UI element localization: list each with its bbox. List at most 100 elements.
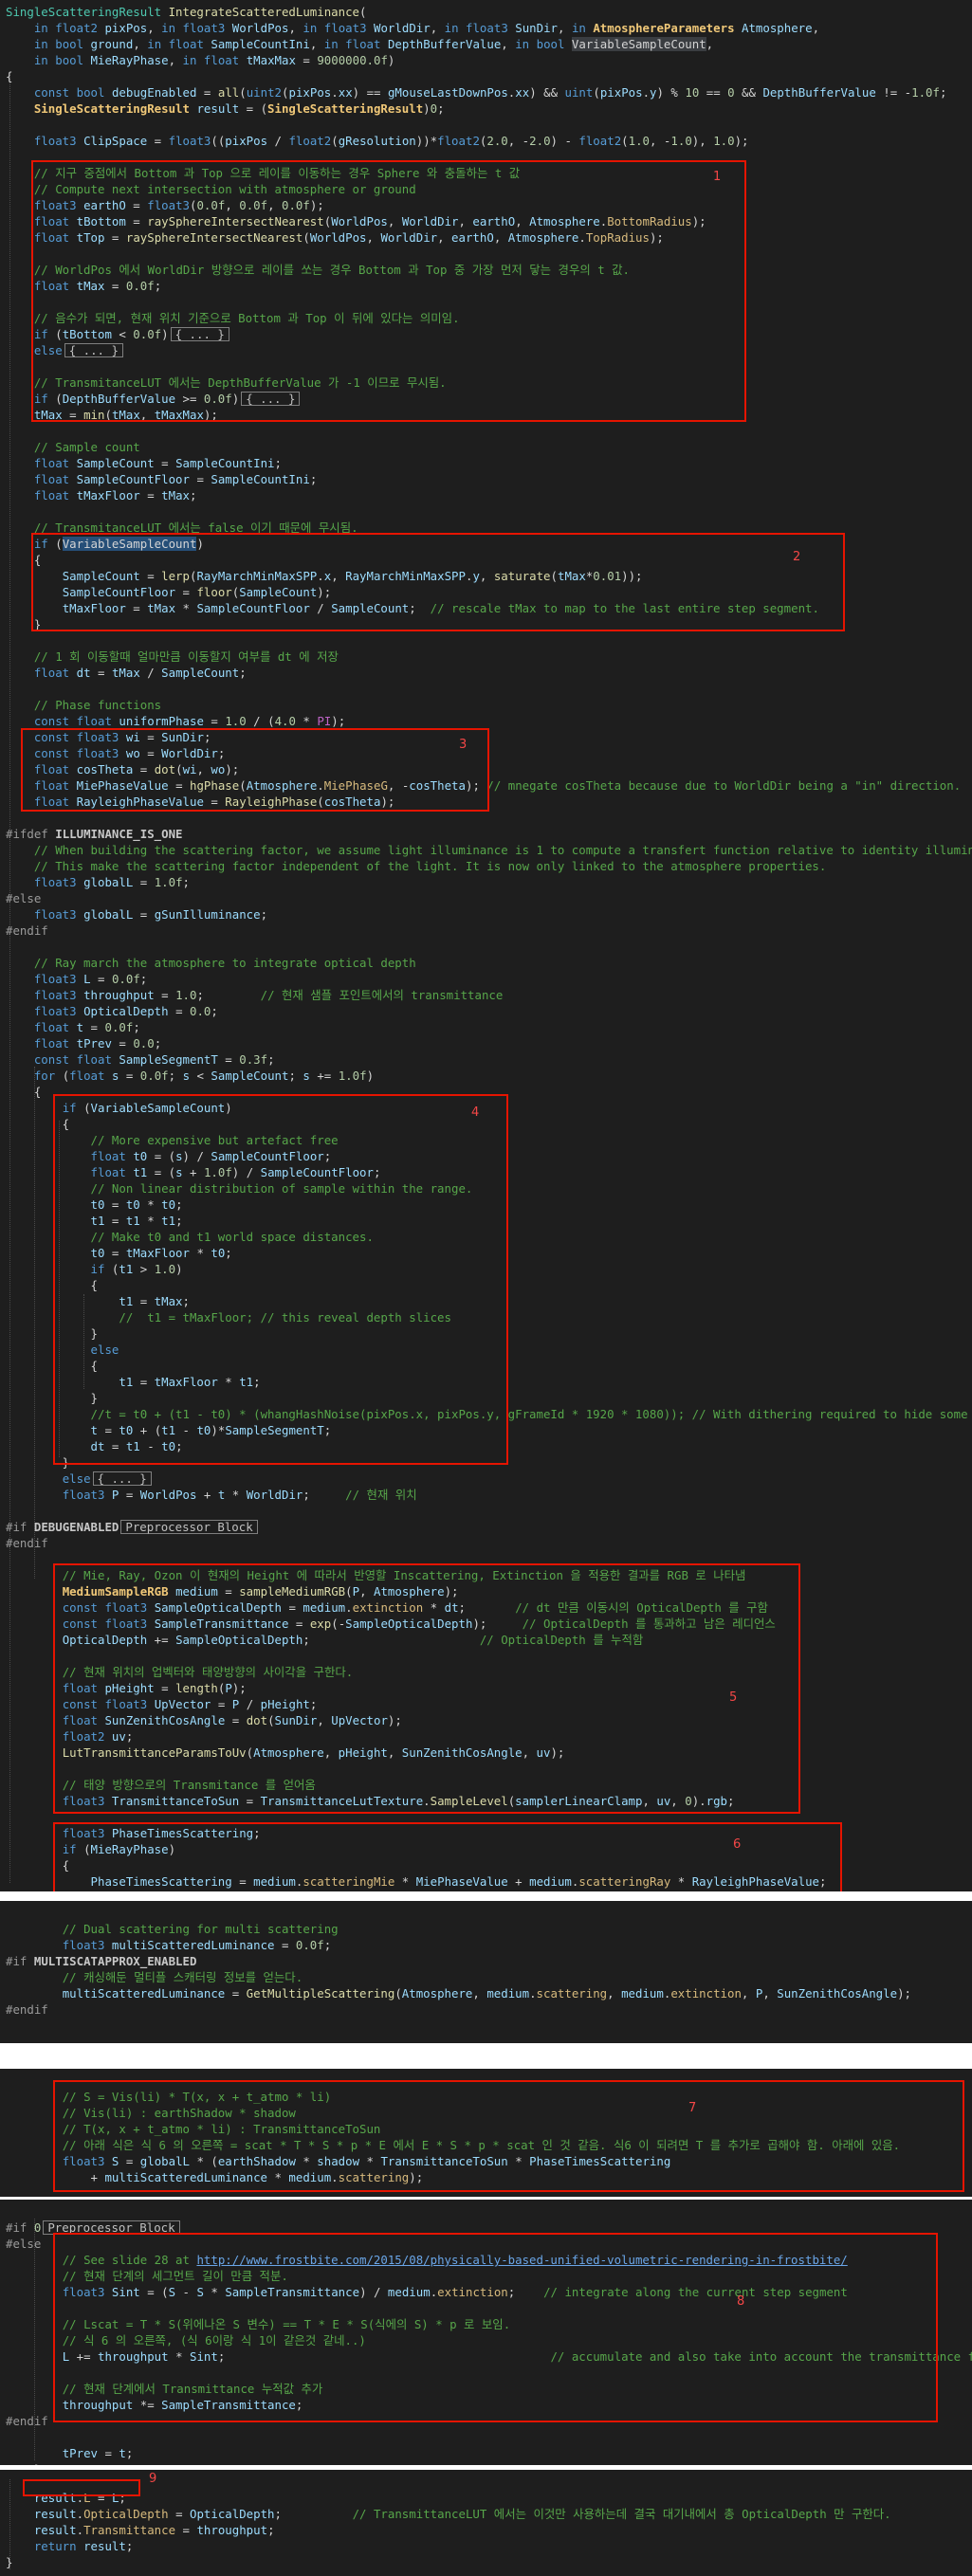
code-line[interactable]: else{ ... }: [6, 1471, 152, 1487]
code-line[interactable]: SingleScatteringResult IntegrateScattere…: [6, 4, 366, 20]
code-line[interactable]: if (VariableSampleCount): [6, 1100, 232, 1116]
code-line[interactable]: float t = 0.0f;: [6, 1019, 140, 1035]
code-line[interactable]: float3 multiScatteredLuminance = 0.0f;: [6, 1937, 332, 1953]
code-line[interactable]: if (t1 > 1.0): [6, 1261, 183, 1277]
code-line[interactable]: float3 S = globalL * (earthShadow * shad…: [6, 2153, 671, 2169]
code-line[interactable]: #endif: [6, 2001, 48, 2018]
code-line[interactable]: if (VariableSampleCount): [6, 536, 204, 552]
code-line[interactable]: float cosTheta = dot(wi, wo);: [6, 761, 239, 777]
code-line[interactable]: // When building the scattering factor, …: [6, 842, 972, 858]
code-line[interactable]: }: [6, 616, 41, 632]
code-line[interactable]: const bool debugEnabled = all(uint2(pixP…: [6, 84, 947, 100]
code-line[interactable]: const float3 wo = WorldDir;: [6, 745, 225, 761]
code-line[interactable]: float3 earthO = float3(0.0f, 0.0f, 0.0f)…: [6, 197, 324, 213]
code-line[interactable]: }: [6, 1390, 98, 1406]
code-line[interactable]: float3 PhaseTimesScattering;: [6, 1825, 261, 1841]
code-line[interactable]: SingleScatteringResult result = (SingleS…: [6, 100, 445, 117]
code-line[interactable]: #endif: [6, 923, 48, 939]
code-line[interactable]: dt = t1 - t0;: [6, 1438, 183, 1454]
code-line[interactable]: float t0 = (s) / SampleCountFloor;: [6, 1148, 332, 1164]
code-line[interactable]: // Lscat = T * S(위에나온 S 변수) == T * E * S…: [6, 2316, 510, 2332]
code-line[interactable]: #endif: [6, 1535, 48, 1551]
code-line[interactable]: #if MULTISCATAPPROX_ENABLED: [6, 1953, 196, 1969]
code-line[interactable]: // Ray march the atmosphere to integrate…: [6, 955, 416, 971]
code-line[interactable]: {: [6, 1857, 69, 1873]
code-line[interactable]: float RayleighPhaseValue = RayleighPhase…: [6, 794, 395, 810]
code-line[interactable]: // Dual scattering for multi scattering: [6, 1921, 339, 1937]
code-line[interactable]: // Mie, Ray, Ozon 이 현재의 Height 에 따라서 반영할…: [6, 1567, 746, 1583]
code-line[interactable]: float2 uv;: [6, 1728, 134, 1745]
code-line[interactable]: // 태양 방향으로의 Transmitance 를 얻어옴: [6, 1777, 316, 1793]
code-line[interactable]: t1 = tMaxFloor * t1;: [6, 1374, 260, 1390]
code-line[interactable]: float3 globalL = gSunIlluminance;: [6, 906, 267, 923]
code-line[interactable]: // 현재 단계에서 Transmittance 누적값 추가: [6, 2381, 323, 2397]
code-line[interactable]: {: [6, 552, 41, 568]
code-line[interactable]: float SampleCountFloor = SampleCountIni;: [6, 471, 317, 487]
code-line[interactable]: // 식 6 의 오른쪽, (식 6이랑 식 1이 같은것 같네..): [6, 2332, 366, 2348]
code-line[interactable]: float tMax = 0.0f;: [6, 278, 161, 294]
code-line[interactable]: float tTop = raySphereIntersectNearest(W…: [6, 229, 664, 246]
code-line[interactable]: OpticalDepth += SampleOpticalDepth; // O…: [6, 1632, 644, 1648]
code-panel-integrate[interactable]: #if 0 Preprocessor Block #else // See slid…: [0, 2200, 972, 2465]
code-line[interactable]: }: [6, 1325, 98, 1342]
code-line[interactable]: //t = t0 + (t1 - t0) * (whangHashNoise(p…: [6, 1406, 972, 1422]
code-line[interactable]: tPrev = t;: [6, 2445, 134, 2461]
code-line[interactable]: // Non linear distribution of sample wit…: [6, 1180, 473, 1197]
code-line[interactable]: return result;: [6, 2538, 133, 2554]
code-line[interactable]: + multiScatteredLuminance * medium.scatt…: [6, 2169, 424, 2185]
code-line[interactable]: float SampleCount = SampleCountIni;: [6, 455, 282, 471]
code-line[interactable]: const float3 UpVector = P / pHeight;: [6, 1696, 318, 1712]
code-line[interactable]: {: [6, 1084, 41, 1100]
code-line[interactable]: // T(x, x + t_atmo * li) : Transmittance…: [6, 2121, 381, 2137]
code-line[interactable]: // t1 = tMaxFloor; // this reveal depth …: [6, 1309, 451, 1325]
code-line[interactable]: for (float s = 0.0f; s < SampleCount; s …: [6, 1068, 374, 1084]
code-line[interactable]: #else: [6, 2236, 41, 2252]
code-line[interactable]: // 현재 위치의 업벡터와 태양방향의 사이각을 구한다.: [6, 1664, 354, 1680]
code-line[interactable]: {: [6, 68, 12, 84]
code-panel-main[interactable]: SingleScatteringResult IntegrateScattere…: [0, 0, 972, 1891]
code-line[interactable]: // 지구 중점에서 Bottom 과 Top 으로 레이를 이동하는 경우 S…: [6, 165, 520, 181]
code-line[interactable]: LutTransmittanceParamsToUv(Atmosphere, p…: [6, 1745, 565, 1761]
fold-block[interactable]: Preprocessor Block: [120, 1520, 258, 1534]
code-line[interactable]: else: [6, 1342, 119, 1358]
link[interactable]: http://www.frostbite.com/2015/08/physica…: [196, 2253, 847, 2267]
code-line[interactable]: SampleCount = lerp(RayMarchMinMaxSPP.x, …: [6, 568, 643, 584]
code-line[interactable]: SampleCountFloor = floor(SampleCount);: [6, 584, 332, 600]
code-line[interactable]: tMaxFloor = tMax * SampleCountFloor / Sa…: [6, 600, 819, 616]
code-line[interactable]: throughput *= SampleTransmittance;: [6, 2397, 303, 2413]
code-line[interactable]: PhaseTimesScattering = medium.scattering…: [6, 1873, 827, 1890]
code-line[interactable]: float dt = tMax / SampleCount;: [6, 665, 247, 681]
code-line[interactable]: const float3 SampleOpticalDepth = medium…: [6, 1599, 768, 1616]
code-line[interactable]: // 캐싱해둔 멀티플 스캐터링 정보를 얻는다.: [6, 1969, 303, 1985]
code-line[interactable]: float3 globalL = 1.0f;: [6, 874, 190, 890]
code-line[interactable]: // Compute next intersection with atmosp…: [6, 181, 416, 197]
code-line[interactable]: result.L = L;: [6, 2490, 126, 2506]
code-line[interactable]: // TransmitanceLUT 에서는 false 이기 때문에 무시됨.: [6, 520, 358, 536]
fold-block[interactable]: { ... }: [170, 327, 229, 341]
code-line[interactable]: float3 ClipSpace = float3((pixPos / floa…: [6, 133, 749, 149]
code-line[interactable]: if (DepthBufferValue >= 0.0f){ ... }: [6, 391, 301, 407]
code-line[interactable]: const float SampleSegmentT = 0.3f;: [6, 1051, 275, 1068]
code-line[interactable]: // 현재 단계의 세그먼트 길이 만큼 적분.: [6, 2268, 288, 2284]
code-line[interactable]: float3 P = WorldPos + t * WorldDir; // 현…: [6, 1487, 417, 1503]
code-line[interactable]: #ifdef ILLUMINANCE_IS_ONE: [6, 826, 183, 842]
code-line[interactable]: float pHeight = length(P);: [6, 1680, 247, 1696]
code-line[interactable]: // More expensive but artefact free: [6, 1132, 339, 1148]
code-line[interactable]: // See slide 28 at http://www.frostbite.…: [6, 2252, 848, 2268]
fold-block[interactable]: Preprocessor Block: [43, 2220, 180, 2235]
code-line[interactable]: float SunZenithCosAngle = dot(SunDir, Up…: [6, 1712, 402, 1728]
code-line[interactable]: {: [6, 1277, 98, 1293]
code-line[interactable]: float tPrev = 0.0;: [6, 1035, 161, 1051]
code-line[interactable]: L += throughput * Sint; // accumulate an…: [6, 2348, 972, 2365]
code-line[interactable]: }: [6, 2554, 12, 2570]
code-line[interactable]: t = t0 + (t1 - t0)*SampleSegmentT;: [6, 1422, 332, 1438]
code-line[interactable]: t1 = tMax;: [6, 1293, 190, 1309]
code-line[interactable]: else{ ... }: [6, 342, 123, 358]
code-panel-multi-scatter[interactable]: // Dual scattering for multi scattering …: [0, 1901, 972, 2043]
code-line[interactable]: const float3 wi = SunDir;: [6, 729, 211, 745]
code-line[interactable]: {: [6, 1116, 69, 1132]
code-line[interactable]: // 음수가 되면, 현재 위치 기준으로 Bottom 과 Top 이 뒤에 …: [6, 310, 460, 326]
code-line[interactable]: // 1 회 이동할때 얼마만큼 이동할지 여부를 dt 에 저장: [6, 649, 339, 665]
code-line[interactable]: const float uniformPhase = 1.0 / (4.0 * …: [6, 713, 345, 729]
code-line[interactable]: t0 = t0 * t0;: [6, 1197, 183, 1213]
